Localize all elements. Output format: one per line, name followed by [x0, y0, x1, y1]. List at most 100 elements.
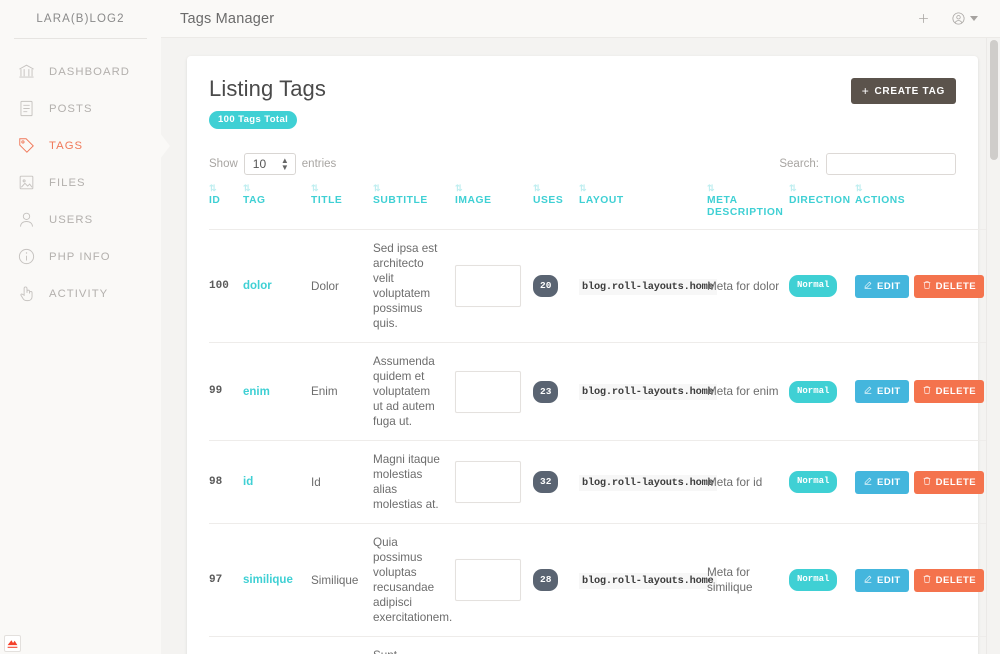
cell-image	[455, 637, 533, 654]
plus-icon: +	[862, 85, 870, 97]
edit-button[interactable]: EDIT	[855, 380, 909, 403]
cell-id: 98	[209, 441, 243, 524]
delete-label: DELETE	[936, 386, 976, 397]
sidebar-item-tags[interactable]: TAGS	[0, 127, 161, 164]
cell-meta-description: Meta for repellat	[707, 637, 789, 654]
content-scroll-area: Listing Tags 100 Tags Total + CREATE TAG…	[161, 38, 1000, 654]
sidebar-item-label: PHP INFO	[49, 250, 111, 263]
cell-direction: Normal	[789, 343, 855, 441]
listing-card: Listing Tags 100 Tags Total + CREATE TAG…	[187, 56, 978, 654]
uses-badge: 32	[533, 471, 558, 493]
tag-link[interactable]: id	[243, 476, 253, 488]
column-header-title[interactable]: ⇅TITLE	[311, 191, 373, 230]
plus-icon[interactable]	[916, 11, 931, 26]
cell-meta-description: Meta for id	[707, 441, 789, 524]
pencil-square-icon	[863, 280, 873, 293]
entries-select-wrap: 102550100 ▲▼	[244, 153, 296, 175]
edit-button[interactable]: EDIT	[855, 275, 909, 298]
entries-select[interactable]: 102550100	[244, 153, 296, 175]
cell-layout: blog.roll-layouts.home	[579, 524, 707, 637]
uses-badge: 20	[533, 275, 558, 297]
pencil-square-icon	[863, 574, 873, 587]
grilled-meat-photo	[455, 461, 521, 503]
layout-code: blog.roll-layouts.home	[579, 384, 717, 400]
total-badge: 100 Tags Total	[209, 111, 297, 129]
app-root: LARA(B)LOG2 DASHBOARD POSTS TAGS	[0, 0, 1000, 654]
edit-button[interactable]: EDIT	[855, 569, 909, 592]
sort-updown-icon: ⇅	[533, 184, 540, 193]
active-pointer	[160, 133, 170, 159]
edit-label: EDIT	[877, 575, 901, 586]
column-label: IMAGE	[455, 195, 528, 207]
column-label: META DESCRIPTION	[707, 195, 784, 219]
create-tag-button[interactable]: + CREATE TAG	[851, 78, 956, 104]
table-row: 100dolorDolorSed ipsa est architecto vel…	[209, 230, 995, 343]
cell-uses: 28	[533, 524, 579, 637]
cell-layout: blog.roll-layouts.home	[579, 441, 707, 524]
column-header-meta-description[interactable]: ⇅META DESCRIPTION	[707, 191, 789, 230]
column-header-id[interactable]: ⇅ID	[209, 191, 243, 230]
column-header-actions[interactable]: ⇅ACTIONS	[855, 191, 995, 230]
sort-updown-icon: ⇅	[789, 184, 796, 193]
search-input[interactable]	[826, 153, 956, 175]
direction-badge: Normal	[789, 569, 837, 591]
delete-label: DELETE	[936, 575, 976, 586]
table-header-row: ⇅ID ⇅TAG ⇅TITLE ⇅SUBTITLE ⇅IMAGE ⇅USES ⇅…	[209, 191, 995, 230]
sidebar-item-dashboard[interactable]: DASHBOARD	[0, 53, 161, 90]
cell-actions: EDIT DELETE	[855, 343, 995, 441]
cell-tag: enim	[243, 343, 311, 441]
sidebar-item-files[interactable]: FILES	[0, 164, 161, 201]
trash-icon	[922, 385, 932, 398]
column-label: ACTIONS	[855, 195, 990, 207]
sidebar-item-activity[interactable]: ACTIVITY	[0, 275, 161, 312]
tag-link[interactable]: enim	[243, 386, 270, 398]
column-header-uses[interactable]: ⇅USES	[533, 191, 579, 230]
cell-title: Id	[311, 441, 373, 524]
delete-button[interactable]: DELETE	[914, 275, 984, 298]
cell-subtitle: Assumenda quidem et voluptatem ut ad aut…	[373, 343, 455, 441]
delete-button[interactable]: DELETE	[914, 471, 984, 494]
uses-badge: 23	[533, 381, 558, 403]
cell-subtitle: Sunt cupiditate enim in officia beatae p…	[373, 637, 455, 654]
column-header-image[interactable]: ⇅IMAGE	[455, 191, 533, 230]
cell-tag: repellat	[243, 637, 311, 654]
account-menu[interactable]	[951, 11, 978, 26]
hand-pointer-icon	[17, 284, 36, 303]
delete-button[interactable]: DELETE	[914, 380, 984, 403]
table-row: 97similiqueSimiliqueQuia possimus volupt…	[209, 524, 995, 637]
tag-link[interactable]: dolor	[243, 280, 272, 292]
sidebar-item-posts[interactable]: POSTS	[0, 90, 161, 127]
chevron-down-icon	[970, 16, 978, 21]
column-label: DIRECTION	[789, 195, 850, 207]
cell-title: Enim	[311, 343, 373, 441]
kitchen-shelf-photo	[455, 559, 521, 601]
cell-title: Similique	[311, 524, 373, 637]
cell-id: 100	[209, 230, 243, 343]
edit-label: EDIT	[877, 477, 901, 488]
vertical-scrollbar[interactable]	[986, 38, 1000, 654]
column-header-direction[interactable]: ⇅DIRECTION	[789, 191, 855, 230]
tags-table: ⇅ID ⇅TAG ⇅TITLE ⇅SUBTITLE ⇅IMAGE ⇅USES ⇅…	[209, 191, 995, 654]
cell-image	[455, 230, 533, 343]
delete-button[interactable]: DELETE	[914, 569, 984, 592]
delete-label: DELETE	[936, 477, 976, 488]
user-circle-icon	[951, 11, 966, 26]
card-header: Listing Tags 100 Tags Total + CREATE TAG	[209, 76, 956, 129]
cell-id: 97	[209, 524, 243, 637]
sidebar-item-users[interactable]: USERS	[0, 201, 161, 238]
column-header-tag[interactable]: ⇅TAG	[243, 191, 311, 230]
sidebar-item-label: USERS	[49, 213, 93, 226]
scrollbar-thumb[interactable]	[990, 40, 998, 160]
column-header-subtitle[interactable]: ⇅SUBTITLE	[373, 191, 455, 230]
sidebar-item-php-info[interactable]: PHP INFO	[0, 238, 161, 275]
debugbar-icon[interactable]	[4, 635, 21, 652]
column-header-layout[interactable]: ⇅LAYOUT	[579, 191, 707, 230]
cell-uses: 20	[533, 230, 579, 343]
edit-button[interactable]: EDIT	[855, 471, 909, 494]
main-area: Tags Manager Listing Tags 100	[161, 0, 1000, 654]
cell-direction: Normal	[789, 230, 855, 343]
tag-link[interactable]: similique	[243, 574, 293, 586]
card-header-left: Listing Tags 100 Tags Total	[209, 76, 326, 129]
delete-label: DELETE	[936, 281, 976, 292]
edit-label: EDIT	[877, 386, 901, 397]
